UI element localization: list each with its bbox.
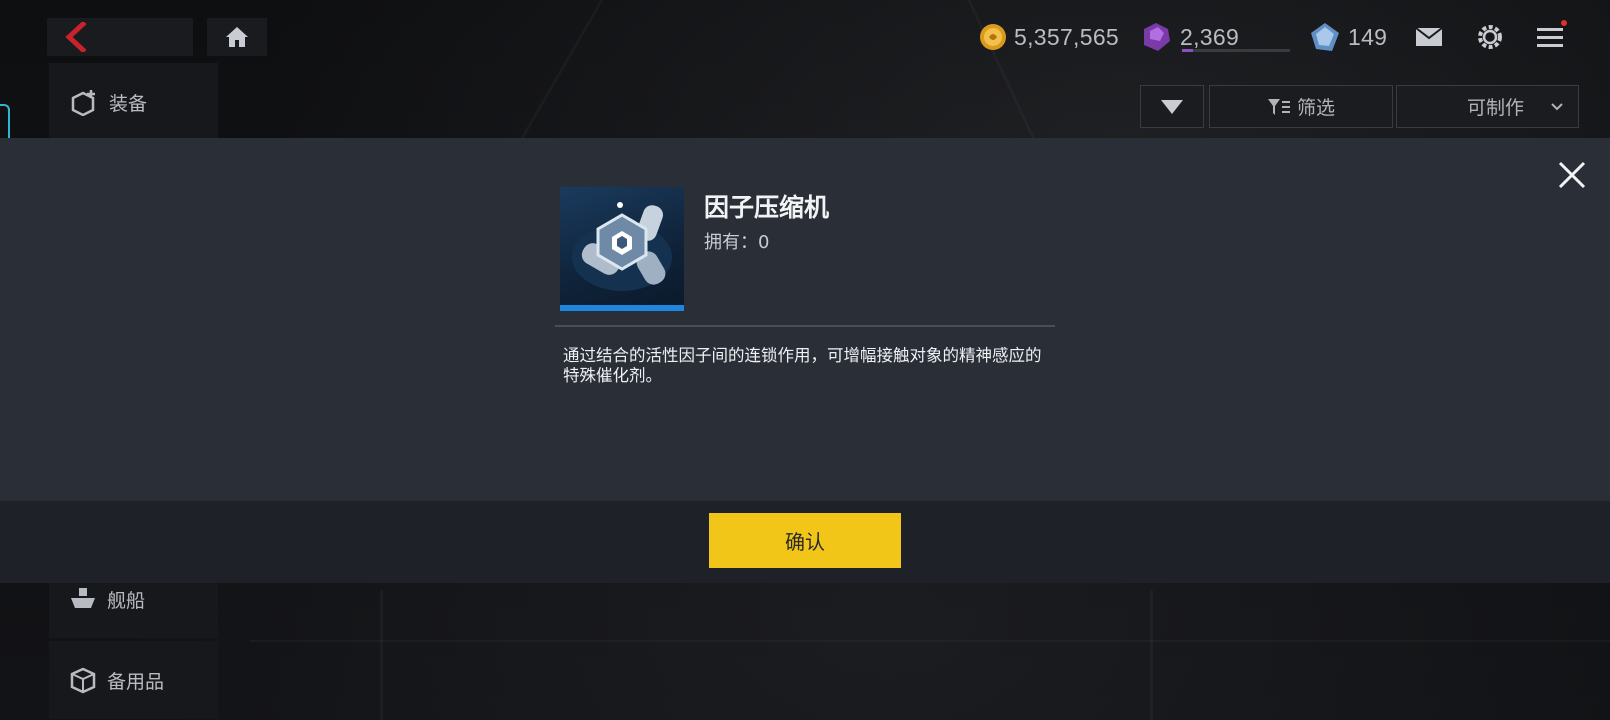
home-button[interactable] [207, 18, 267, 56]
gem-amount: 149 [1348, 23, 1388, 50]
ship-icon [71, 588, 95, 608]
close-icon [1558, 161, 1586, 189]
ore-amount: 2,369 [1180, 23, 1240, 50]
factor-compressor-icon [572, 202, 672, 291]
mail-button[interactable] [1412, 20, 1446, 54]
notification-dot [1561, 20, 1567, 26]
gear-icon [1478, 25, 1502, 49]
owned-label: 拥有： [704, 232, 758, 253]
sidebar-item-label: 备用品 [107, 670, 165, 693]
triangle-down-icon [1161, 99, 1183, 114]
gem-resource[interactable]: 149 [1308, 18, 1387, 56]
equipment-icon [71, 90, 95, 116]
filter-button[interactable]: 筛选 [1209, 85, 1393, 128]
close-button[interactable] [1555, 158, 1589, 192]
menu-button[interactable] [1533, 20, 1567, 54]
gold-resource[interactable]: 5,357,565 [978, 18, 1119, 56]
rarity-bar [560, 305, 684, 311]
filter-label: 筛选 [1296, 97, 1335, 119]
ore-progress-bar [1182, 49, 1290, 52]
craftable-dropdown[interactable]: 可制作 [1396, 85, 1579, 128]
craftable-label: 可制作 [1466, 97, 1524, 119]
settings-button[interactable] [1473, 20, 1507, 54]
item-name: 因子压缩机 [704, 193, 830, 222]
box-icon [70, 667, 96, 694]
sidebar-item-label: 装备 [109, 92, 148, 115]
gold-amount: 5,357,565 [1014, 23, 1120, 50]
item-thumbnail [560, 187, 684, 311]
menu-icon [1537, 28, 1563, 47]
sidebar-item-supplies[interactable]: 备用品 [49, 641, 218, 719]
sidebar-item-label: 舰船 [107, 589, 146, 612]
owned-count: 拥有：0 [704, 228, 769, 254]
chevron-left-icon [65, 22, 87, 52]
mail-icon [1415, 27, 1443, 46]
divider [555, 325, 1055, 327]
gold-coin-icon [980, 24, 1006, 50]
ore-resource[interactable]: 2,369 [1138, 18, 1290, 56]
home-icon [226, 27, 248, 47]
item-description: 通过结合的活性因子间的连锁作用，可增幅接触对象的精神感应的特殊催化剂。 [563, 346, 1042, 385]
owned-value: 0 [758, 232, 770, 253]
confirm-button[interactable]: 确认 [709, 513, 901, 568]
chevron-down-icon [1551, 102, 1563, 110]
sidebar-item-equipment[interactable]: 装备 [49, 63, 218, 141]
sort-dropdown-button[interactable] [1140, 85, 1204, 128]
purple-ore-icon [1144, 23, 1170, 51]
blue-crystal-icon [1311, 23, 1339, 51]
filter-icon [1267, 98, 1290, 115]
back-button[interactable] [47, 18, 193, 56]
